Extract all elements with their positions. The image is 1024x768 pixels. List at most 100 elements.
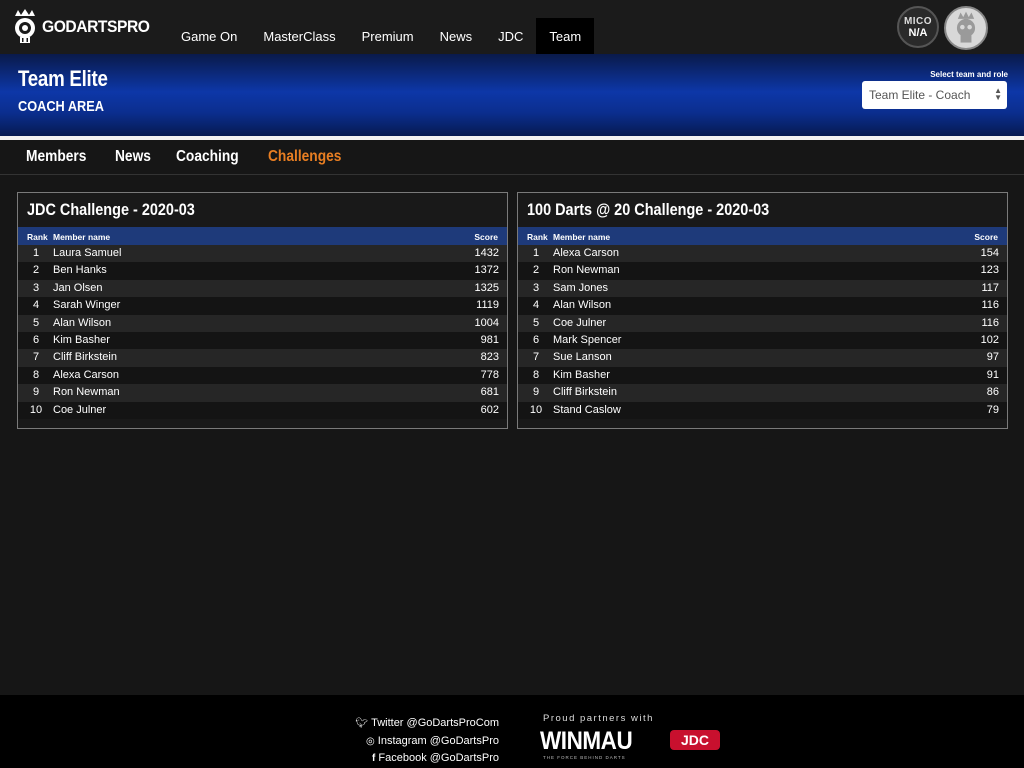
rank-cell: 4 <box>532 299 540 312</box>
score-cell: 981 <box>480 333 499 346</box>
social-links: 🐦︎ Twitter @GoDartsProCom ◎ Instagram @GoD… <box>355 715 499 768</box>
rank-cell: 4 <box>32 299 40 312</box>
score-cell: 116 <box>981 299 999 312</box>
team-role-select-value: Team Elite - Coach <box>869 88 971 102</box>
member-name-cell: Kim Basher <box>53 333 110 346</box>
table-row: 2 Ron Newman 123 <box>518 262 1007 280</box>
social-link-instagram[interactable]: ◎ Instagram @GoDartsPro <box>355 733 499 751</box>
table-row: 6 Kim Basher 981 <box>18 331 507 350</box>
table-row: 1 Alexa Carson 154 <box>518 245 1007 263</box>
challenge-panel-jdc: JDC Challenge - 2020-03 Rank Member name… <box>17 192 508 429</box>
challenge-panel-100-darts: 100 Darts @ 20 Challenge - 2020-03 Rank … <box>517 192 1008 429</box>
social-link-twitter[interactable]: 🐦︎ Twitter @GoDartsProCom <box>355 715 499 733</box>
partners-label: Proud partners with <box>543 713 654 724</box>
table-row: 9 Cliff Birkstein 86 <box>518 384 1007 402</box>
nav-item-masterclass[interactable]: MasterClass <box>250 18 348 54</box>
rank-cell: 9 <box>32 386 40 399</box>
column-header-score: Score <box>474 232 498 242</box>
table-row: 6 Mark Spencer 102 <box>518 331 1007 350</box>
challenge-title: JDC Challenge - 2020-03 <box>27 200 195 219</box>
rank-cell: 10 <box>529 403 543 416</box>
leaderboard-rows: 1 Laura Samuel 1432 2 Ben Hanks 1372 3 Jan Olse… <box>18 245 507 419</box>
table-row: 7 Sue Lanson 97 <box>518 349 1007 367</box>
nav-item-premium[interactable]: Premium <box>349 18 427 54</box>
score-cell: 1004 <box>474 316 499 329</box>
facebook-icon: f <box>372 753 376 764</box>
subnav-item-news[interactable]: News <box>115 148 151 166</box>
winmau-logo[interactable]: WINMAU <box>540 727 633 756</box>
team-title: Team Elite <box>18 66 108 91</box>
subnav-item-coaching[interactable]: Coaching <box>176 148 239 166</box>
rank-cell: 10 <box>29 403 43 416</box>
member-name-cell: Alan Wilson <box>553 299 612 312</box>
social-link-facebook[interactable]: f Facebook @GoDartsPro <box>355 750 499 768</box>
subnav-item-members[interactable]: Members <box>26 148 86 166</box>
member-name-cell: Ron Newman <box>53 386 120 399</box>
score-cell: 823 <box>480 351 499 364</box>
mico-badge[interactable]: MICO N/A <box>897 6 939 48</box>
rank-cell: 7 <box>32 351 40 364</box>
member-name-cell: Coe Julner <box>553 316 607 329</box>
leaderboard-rows: 1 Alexa Carson 154 2 Ron Newman 123 3 Sam Jones… <box>518 245 1007 419</box>
social-link-label: Facebook @GoDartsPro <box>378 752 499 764</box>
social-link-label: Instagram @GoDartsPro <box>377 734 499 747</box>
score-cell: 1432 <box>474 247 499 259</box>
score-cell: 79 <box>986 403 999 416</box>
nav-item-team[interactable]: Team <box>536 18 595 54</box>
nav-item-news[interactable]: News <box>427 18 486 54</box>
column-header-rank: Rank <box>527 232 548 242</box>
score-cell: 117 <box>981 281 999 294</box>
table-row: 10 Stand Caslow 79 <box>518 401 1007 419</box>
member-name-cell: Sue Lanson <box>553 351 612 364</box>
brand-name: GODARTSPRO <box>42 17 150 36</box>
rank-cell: 7 <box>532 351 540 364</box>
score-cell: 86 <box>986 386 999 399</box>
brand-logo[interactable]: GODARTSPRO <box>10 6 159 48</box>
rank-cell: 8 <box>532 368 540 381</box>
member-name-cell: Alexa Carson <box>53 368 120 381</box>
site-footer: 🐦︎ Twitter @GoDartsProCom ◎ Instagram @GoD… <box>0 695 1024 768</box>
rank-cell: 5 <box>32 316 40 329</box>
member-name-cell: Coe Julner <box>53 403 107 416</box>
select-arrows-icon: ▲ ▼ <box>994 86 1002 102</box>
table-row: 9 Ron Newman 681 <box>18 384 507 402</box>
team-banner: Team Elite COACH AREA Select team and ro… <box>0 54 1024 138</box>
score-cell: 778 <box>480 368 499 381</box>
social-link-label: Twitter @GoDartsProCom <box>371 717 499 729</box>
rank-cell: 2 <box>532 264 540 277</box>
column-header-score: Score <box>974 232 998 242</box>
member-name-cell: Ben Hanks <box>53 264 107 277</box>
mico-value: N/A <box>908 27 928 39</box>
member-name-cell: Ron Newman <box>553 264 620 277</box>
score-cell: 116 <box>981 316 999 329</box>
team-select-label: Select team and role <box>930 70 1008 79</box>
rank-cell: 8 <box>32 368 40 381</box>
column-header-member-name: Member name <box>53 232 111 242</box>
skull-king-avatar-icon <box>956 11 976 43</box>
table-header: Rank Member name Score <box>518 227 1007 245</box>
jdc-logo-text: JDC <box>681 732 709 748</box>
rank-cell: 1 <box>32 247 40 259</box>
score-cell: 1372 <box>474 264 499 277</box>
member-name-cell: Sam Jones <box>553 281 609 294</box>
mico-label: MICO <box>903 16 933 27</box>
score-cell: 102 <box>980 333 999 346</box>
member-name-cell: Kim Basher <box>553 368 610 381</box>
rank-cell: 6 <box>32 333 40 346</box>
top-navbar: GODARTSPRO Game On MasterClass Premium N… <box>0 0 1024 54</box>
table-row: 10 Coe Julner 602 <box>18 401 507 419</box>
rank-cell: 5 <box>532 316 540 329</box>
table-header: Rank Member name Score <box>18 227 507 245</box>
jdc-logo[interactable]: JDC <box>669 728 721 754</box>
nav-item-game-on[interactable]: Game On <box>168 18 250 54</box>
score-cell: 154 <box>980 247 999 259</box>
nav-item-jdc[interactable]: JDC <box>485 18 536 54</box>
score-cell: 123 <box>980 264 999 277</box>
score-cell: 1325 <box>474 281 499 294</box>
user-avatar[interactable] <box>944 6 988 50</box>
subnav-item-challenges[interactable]: Challenges <box>268 148 341 166</box>
table-row: 5 Coe Julner 116 <box>518 314 1007 332</box>
score-cell: 91 <box>986 368 999 381</box>
team-role-select[interactable]: Team Elite - Coach ▲ ▼ <box>862 81 1007 109</box>
member-name-cell: Cliff Birkstein <box>553 386 617 399</box>
